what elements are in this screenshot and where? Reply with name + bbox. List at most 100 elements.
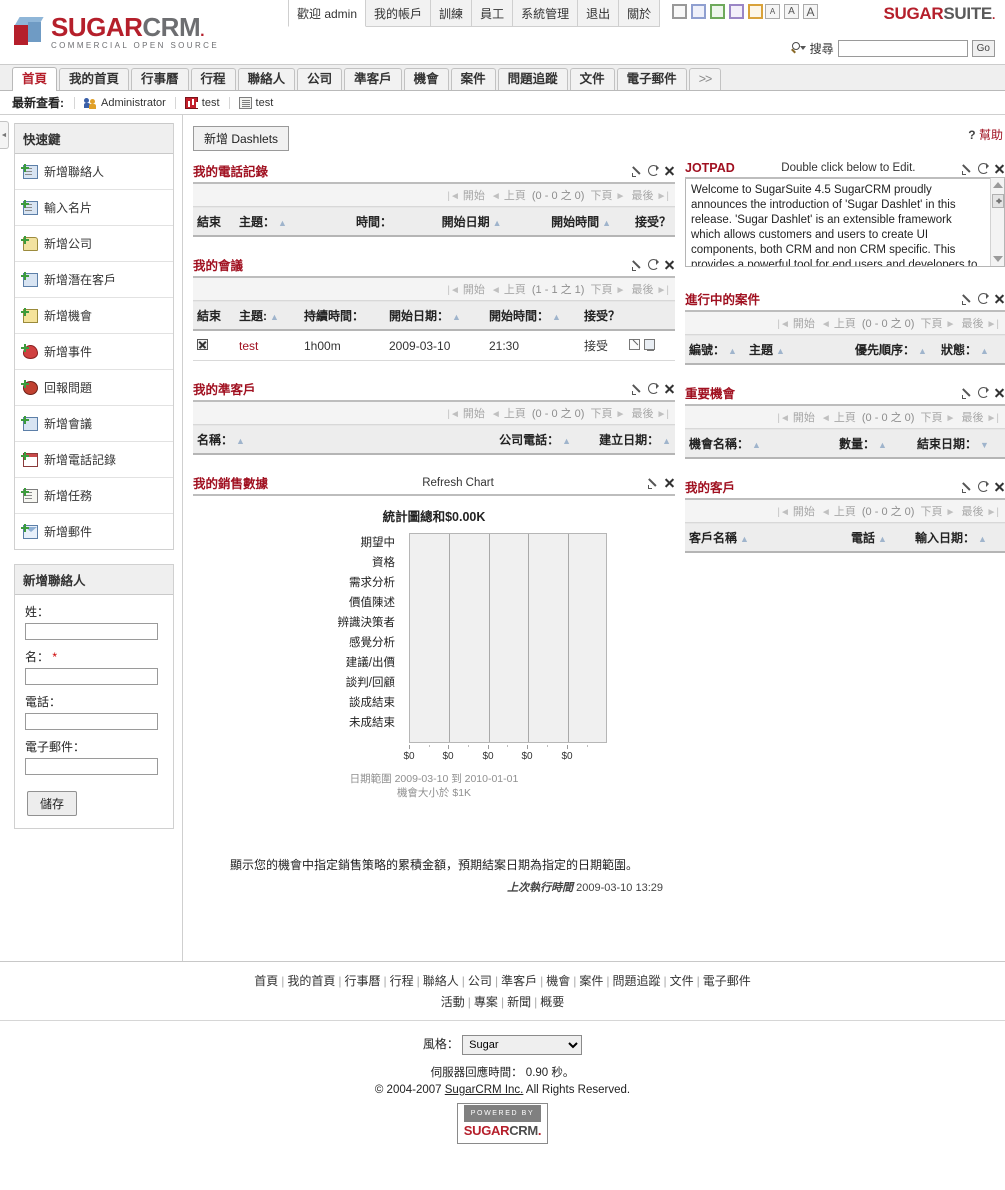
topnav-my-account[interactable]: 我的帳戶 (366, 0, 432, 27)
footer-link-documents[interactable]: 文件 (670, 974, 694, 988)
col-number[interactable]: 編號： ▲ (685, 335, 745, 365)
pager-prev[interactable]: 上頁 (504, 408, 526, 420)
sidebar-item-report-bug[interactable]: 回報問題 (15, 370, 173, 406)
footer-link-accounts[interactable]: 公司 (468, 974, 492, 988)
pager-last[interactable]: 最後 (632, 408, 654, 420)
edit-icon[interactable] (962, 163, 973, 175)
theme-swatch-blue[interactable] (691, 4, 706, 19)
footer-link-calendar[interactable]: 行事曆 (345, 974, 381, 988)
col-office-phone[interactable]: 公司電話： ▲ (465, 425, 575, 455)
tab-documents[interactable]: 文件 (569, 68, 615, 90)
theme-swatch-orange[interactable] (748, 4, 763, 19)
last-name-field[interactable] (25, 623, 158, 640)
refresh-icon[interactable] (648, 259, 659, 270)
cell-close[interactable] (193, 330, 235, 361)
pager-start[interactable]: 開始 (793, 506, 815, 518)
font-size-small-button[interactable]: A (765, 4, 780, 19)
phone-field[interactable] (25, 713, 158, 730)
recent-item-document-test[interactable]: test (228, 96, 283, 109)
recent-item-administrator[interactable]: Administrator (74, 96, 175, 109)
footer-link-contacts[interactable]: 聯絡人 (423, 974, 459, 988)
topnav-welcome-admin[interactable]: 歡迎 admin (288, 0, 367, 27)
font-size-large-button[interactable]: A (803, 4, 818, 19)
edit-icon[interactable] (962, 387, 973, 399)
close-icon[interactable] (994, 293, 1005, 304)
col-start-date[interactable]: 開始日期： ▲ (385, 301, 485, 331)
col-priority[interactable]: 優先順序： ▲ (851, 335, 937, 365)
footer-link-opportunities[interactable]: 機會 (546, 974, 570, 988)
edit-icon[interactable] (632, 259, 643, 271)
theme-swatch-purple[interactable] (729, 4, 744, 19)
theme-swatch-gray[interactable] (672, 4, 687, 19)
pager-start[interactable]: 開始 (793, 318, 815, 330)
jotpad-text[interactable]: Welcome to SugarSuite 4.5 SugarCRM proud… (685, 179, 1005, 267)
footer-link-summary[interactable]: 概要 (540, 995, 564, 1009)
col-subject[interactable]: 主題 ▲ (745, 335, 851, 365)
topnav-employees[interactable]: 員工 (472, 0, 514, 27)
pager-next[interactable]: 下頁 (591, 190, 613, 202)
pager-last[interactable]: 最後 (962, 412, 984, 424)
topnav-about[interactable]: 關於 (619, 0, 661, 27)
pager-prev[interactable]: 上頁 (834, 318, 856, 330)
pager-last[interactable]: 最後 (962, 318, 984, 330)
pager-next[interactable]: 下頁 (591, 284, 613, 296)
tab-more[interactable]: >> (688, 68, 722, 90)
tab-accounts[interactable]: 公司 (297, 68, 343, 90)
edit-icon[interactable] (962, 481, 973, 493)
pager-prev[interactable]: 上頁 (504, 284, 526, 296)
add-dashlets-button[interactable]: 新增 Dashlets (193, 126, 290, 151)
sidebar-collapse-toggle[interactable]: ◄ (0, 121, 9, 149)
sidebar-item-add-opportunity[interactable]: 新增機會 (15, 298, 173, 334)
tab-activities[interactable]: 行程 (190, 68, 236, 90)
footer-link-home[interactable]: 首頁 (254, 974, 278, 988)
pager-start[interactable]: 開始 (463, 190, 485, 202)
col-start-time[interactable]: 開始時間： ▲ (485, 301, 580, 331)
footer-link-my-portal[interactable]: 我的首頁 (287, 974, 335, 988)
view-row-icon[interactable] (644, 339, 656, 351)
edit-row-icon[interactable] (629, 339, 641, 350)
pager-last[interactable]: 最後 (632, 190, 654, 202)
col-account-name[interactable]: 客戶名稱 ▲ (685, 523, 847, 553)
topnav-training[interactable]: 訓練 (431, 0, 473, 27)
cell-subject[interactable]: test (235, 330, 300, 361)
search-go-button[interactable]: Go (971, 40, 995, 57)
col-name[interactable]: 名稱： ▲ (193, 425, 465, 455)
theme-select[interactable]: Sugar (462, 1035, 583, 1055)
sidebar-item-add-call[interactable]: 新增電話記錄 (15, 442, 173, 478)
edit-icon[interactable] (648, 477, 659, 489)
footer-link-news[interactable]: 新聞 (507, 995, 531, 1009)
refresh-icon[interactable] (648, 383, 659, 394)
pager-next[interactable]: 下頁 (921, 412, 943, 424)
edit-icon[interactable] (632, 383, 643, 395)
theme-swatch-green[interactable] (710, 4, 725, 19)
sidebar-item-add-contact[interactable]: 新增聯絡人 (15, 154, 173, 190)
col-state[interactable]: 狀態： ▲ (937, 335, 1005, 365)
refresh-icon[interactable] (978, 387, 989, 398)
search-input[interactable] (837, 40, 968, 57)
tab-my-portal[interactable]: 我的首頁 (59, 68, 130, 90)
refresh-chart-link[interactable]: Refresh Chart (268, 477, 648, 489)
close-icon[interactable] (664, 477, 675, 488)
col-created-date[interactable]: 建立日期： ▲ (575, 425, 675, 455)
refresh-icon[interactable] (978, 293, 989, 304)
sidebar-item-add-email[interactable]: 新增郵件 (15, 514, 173, 549)
first-name-field[interactable] (25, 668, 158, 685)
col-entered-date[interactable]: 輸入日期： ▲ (911, 523, 1005, 553)
sidebar-item-add-lead[interactable]: 新增潛在客戶 (15, 262, 173, 298)
col-close-date[interactable]: 結束日期： ▼ (913, 429, 1005, 459)
footer-link-bugs[interactable]: 問題追蹤 (612, 974, 660, 988)
pager-start[interactable]: 開始 (463, 284, 485, 296)
footer-link-leads[interactable]: 準客戶 (501, 974, 537, 988)
pager-prev[interactable]: 上頁 (834, 412, 856, 424)
pager-start[interactable]: 開始 (463, 408, 485, 420)
col-opportunity-name[interactable]: 機會名稱： ▲ (685, 429, 835, 459)
pager-next[interactable]: 下頁 (591, 408, 613, 420)
footer-link-cases[interactable]: 案件 (579, 974, 603, 988)
col-amount[interactable]: 數量： ▲ (835, 429, 913, 459)
recent-item-chart-test[interactable]: test (174, 96, 229, 109)
pager-prev[interactable]: 上頁 (834, 506, 856, 518)
close-record-icon[interactable] (197, 338, 208, 350)
tab-opportunities[interactable]: 機會 (403, 68, 449, 90)
sugarcrm-inc-link[interactable]: SugarCRM Inc. (445, 1084, 524, 1096)
pager-last[interactable]: 最後 (962, 506, 984, 518)
